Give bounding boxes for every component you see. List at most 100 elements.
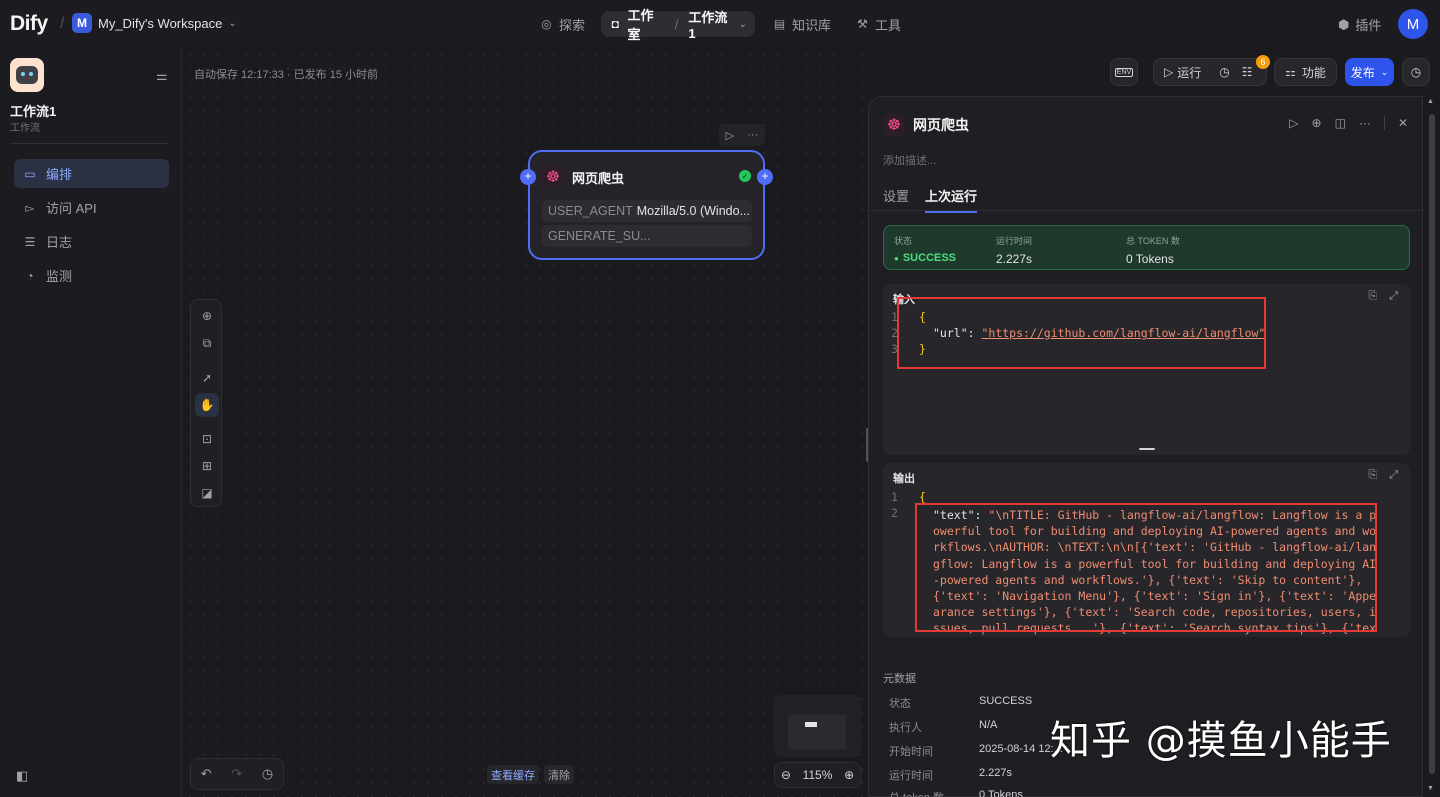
play-icon[interactable]: ▷ bbox=[1164, 65, 1173, 79]
workspace-switcher[interactable]: M My_Dify's Workspace ⌄ bbox=[72, 13, 237, 33]
sidebar-item-label: 编排 bbox=[46, 167, 73, 182]
sidebar-item-label: 日志 bbox=[46, 235, 73, 250]
undo-icon[interactable]: ↶ bbox=[201, 766, 212, 782]
chevron-down-icon[interactable]: ⌄ bbox=[739, 19, 747, 30]
node-input-port[interactable]: + bbox=[520, 169, 536, 185]
spider-icon: ☸ bbox=[542, 166, 564, 188]
version-history-button[interactable]: ◷ bbox=[1402, 58, 1430, 86]
success-check-icon: ✓ bbox=[739, 170, 751, 182]
settings-sliders-icon[interactable]: ⚌ bbox=[156, 68, 168, 84]
crawler-node[interactable]: + + ☸ 网页爬虫 ✓ USER_AGENT Mozilla/5.0 (Win… bbox=[520, 150, 773, 260]
line-number: 2 bbox=[891, 506, 898, 520]
sidebar-item-api[interactable]: ▻ 访问 API bbox=[14, 193, 169, 222]
copy-icon[interactable]: ⎘ bbox=[1368, 469, 1377, 482]
more-icon[interactable]: ··· bbox=[1359, 116, 1371, 130]
panel-resize-handle[interactable] bbox=[866, 428, 868, 462]
clear-button[interactable]: 清除 bbox=[544, 765, 574, 784]
run-node-icon[interactable]: ▷ bbox=[1289, 116, 1298, 130]
panel-scrollbar[interactable]: ▲ ▼ bbox=[1427, 96, 1437, 796]
panel-header: ☸ 网页爬虫 bbox=[883, 114, 969, 136]
spider-icon: ☸ bbox=[883, 114, 905, 136]
nav-studio[interactable]: ◘ 工作室 / 工作流1 ⌄ bbox=[601, 8, 755, 42]
publish-button[interactable]: 发布 ⌄ bbox=[1345, 58, 1394, 86]
nav-tools[interactable]: ⚒ 工具 bbox=[848, 11, 909, 37]
view-cache-button[interactable]: 查看缓存 bbox=[487, 765, 539, 784]
description-input[interactable]: 添加描述... bbox=[883, 152, 936, 168]
scrollbar-thumb[interactable] bbox=[1429, 114, 1435, 774]
tab-last-run[interactable]: 上次运行 bbox=[925, 186, 978, 213]
node-output-port[interactable]: + bbox=[757, 169, 773, 185]
zoom-level[interactable]: 115% bbox=[803, 768, 833, 782]
history-toolbar: ↶ ↷ ◷ bbox=[190, 758, 284, 790]
field-value: Mozilla/5.0 (Windo... bbox=[636, 204, 750, 218]
run-history-icon[interactable]: ◷ bbox=[1219, 65, 1229, 79]
nav-tools-label: 工具 bbox=[875, 17, 902, 33]
meta-row-status: 状态 SUCCESS bbox=[889, 695, 1032, 711]
canvas-toolbar: ⊕ ⧉ ➚ ✋ ⊡ ⊞ ◪ bbox=[190, 299, 222, 507]
gauge-icon: ◔ bbox=[26, 268, 34, 283]
copy-icon[interactable]: ⎘ bbox=[1368, 290, 1377, 303]
sidebar-item-logs[interactable]: ☰ 日志 bbox=[14, 227, 169, 256]
sidebar-collapse-icon[interactable]: ◧ bbox=[16, 768, 28, 784]
tokens-label: 总 TOKEN 数 bbox=[1126, 236, 1180, 246]
close-icon[interactable]: ✕ bbox=[1398, 116, 1408, 130]
node-field-user-agent: USER_AGENT Mozilla/5.0 (Windo... bbox=[542, 200, 752, 222]
help-icon[interactable]: ⊕ bbox=[1312, 116, 1322, 130]
sidebar-item-label: 监测 bbox=[46, 269, 73, 284]
split-view-icon[interactable]: ◫ bbox=[1335, 116, 1346, 130]
organize-blocks-icon[interactable]: ⊞ bbox=[195, 454, 219, 478]
sidebar-item-orchestrate[interactable]: ▭ 编排 bbox=[14, 159, 169, 188]
field-key: USER_AGENT bbox=[548, 204, 633, 218]
scroll-down-icon[interactable]: ▼ bbox=[1427, 785, 1434, 792]
field-key: GENERATE_SU... bbox=[548, 229, 651, 243]
redo-icon[interactable]: ↷ bbox=[231, 766, 242, 782]
expand-icon[interactable]: ⤢ bbox=[1389, 469, 1398, 482]
nav-knowledge[interactable]: ▤ 知识库 bbox=[765, 11, 839, 37]
status-value: SUCCESS bbox=[894, 252, 956, 264]
resize-handle[interactable] bbox=[1139, 448, 1155, 450]
chevron-down-icon: ⌄ bbox=[228, 17, 237, 29]
pointer-icon[interactable]: ➚ bbox=[195, 366, 219, 390]
more-icon[interactable]: ··· bbox=[747, 129, 758, 141]
add-note-icon[interactable]: ⧉ bbox=[195, 331, 219, 355]
history-icon[interactable]: ◷ bbox=[262, 766, 273, 782]
nav-explore[interactable]: ◎ 探索 bbox=[532, 11, 593, 37]
minimap-viewport bbox=[788, 715, 846, 749]
current-app-name[interactable]: 工作流1 bbox=[688, 7, 732, 41]
add-node-icon[interactable]: ⊕ bbox=[195, 304, 219, 328]
hand-icon[interactable]: ✋ bbox=[195, 393, 219, 417]
minimap[interactable] bbox=[774, 695, 861, 757]
dify-logo[interactable]: Dify bbox=[10, 12, 48, 36]
meta-key: 状态 bbox=[889, 698, 911, 710]
file-icon: ☰ bbox=[24, 234, 36, 249]
nav-studio-label: 工作室 bbox=[627, 8, 654, 42]
meta-value: 2.227s bbox=[979, 767, 1013, 779]
panel-actions: ▷ ⊕ ◫ ··· ✕ bbox=[1289, 116, 1408, 130]
user-avatar[interactable]: M bbox=[1398, 9, 1428, 39]
minimap-toggle-icon[interactable]: ◪ bbox=[195, 481, 219, 505]
expand-icon[interactable]: ⤢ bbox=[1389, 290, 1398, 303]
node-action-bar: ▷ ··· bbox=[719, 124, 765, 146]
meta-key: 开始时间 bbox=[889, 746, 933, 758]
zoom-out-icon[interactable]: ⊖ bbox=[781, 768, 791, 782]
features-button[interactable]: ⚏ 功能 bbox=[1274, 58, 1337, 86]
sidebar-item-monitor[interactable]: ◔ 监测 bbox=[14, 261, 169, 290]
run-button[interactable]: 运行 bbox=[1177, 64, 1201, 81]
metadata-title: 元数据 bbox=[883, 673, 916, 685]
checklist-icon[interactable]: ☷ bbox=[1242, 65, 1253, 79]
export-image-icon[interactable]: ⊡ bbox=[195, 427, 219, 451]
panel-title[interactable]: 网页爬虫 bbox=[913, 115, 969, 135]
sidebar-divider bbox=[10, 143, 168, 144]
scroll-up-icon[interactable]: ▲ bbox=[1427, 98, 1434, 105]
run-node-icon[interactable]: ▷ bbox=[726, 129, 734, 142]
workflow-canvas[interactable] bbox=[183, 48, 868, 797]
breadcrumb-separator: / bbox=[60, 15, 65, 32]
highlight-box-input bbox=[897, 297, 1266, 369]
env-button[interactable]: ENV bbox=[1110, 58, 1138, 86]
robot-icon: ◘ bbox=[611, 16, 619, 31]
node-field-generate-summary: GENERATE_SU... bbox=[542, 225, 752, 247]
app-sidebar: ⚌ 工作流1 工作流 ▭ 编排 ▻ 访问 API ☰ 日志 ◔ 监测 ◧ bbox=[0, 48, 182, 797]
plugins-button[interactable]: ⬢ 插件 bbox=[1338, 15, 1381, 34]
zoom-in-icon[interactable]: ⊕ bbox=[844, 768, 854, 782]
tab-settings[interactable]: 设置 bbox=[883, 186, 909, 213]
